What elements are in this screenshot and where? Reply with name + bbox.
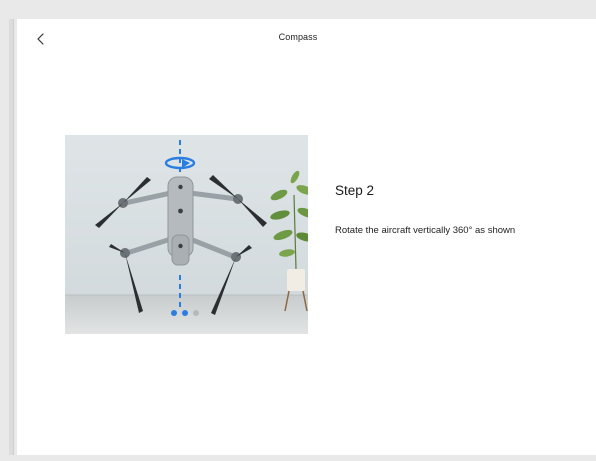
page-dot[interactable] (171, 310, 177, 316)
left-edge-strip (9, 19, 14, 455)
page-indicator (171, 310, 199, 316)
page-title: Compass (278, 32, 318, 42)
page-dot[interactable] (193, 310, 199, 316)
drone-illustration (65, 135, 308, 334)
step-description: Rotate the aircraft vertically 360° as s… (335, 225, 516, 236)
app-frame: Compass Step 2 Rotate the aircraft verti… (0, 0, 596, 461)
step-title: Step 2 (335, 183, 375, 198)
page-dot[interactable] (182, 310, 188, 316)
